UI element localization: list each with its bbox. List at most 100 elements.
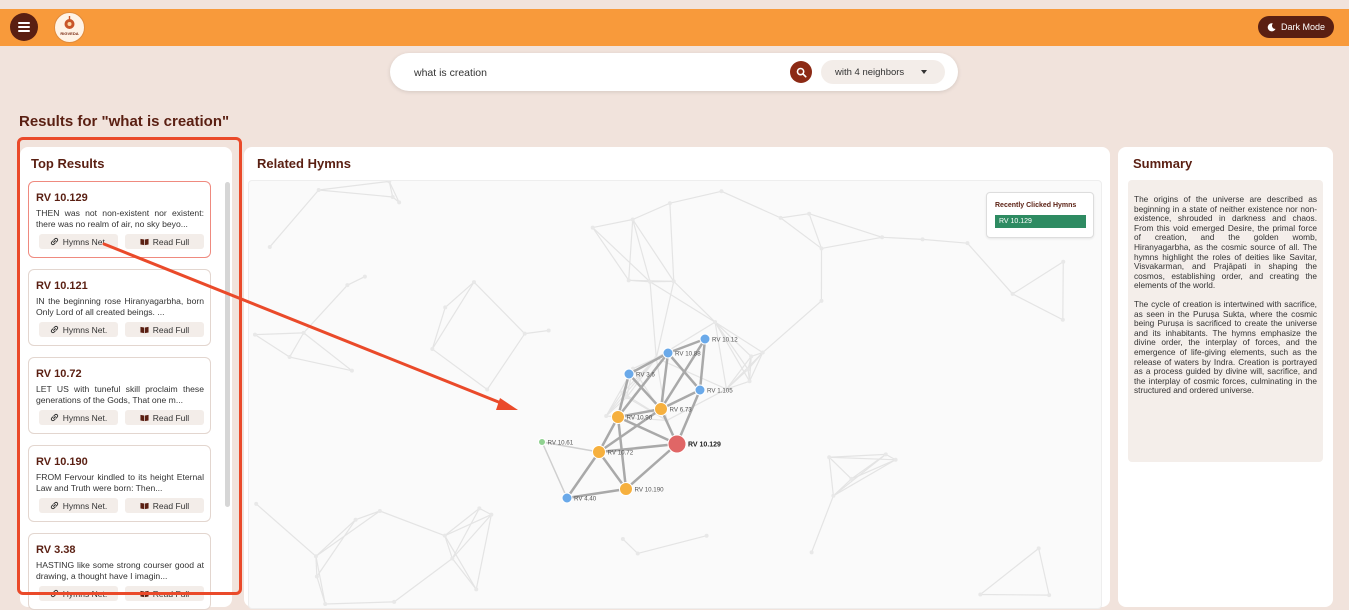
result-card-title[interactable]: RV 10.72 (36, 368, 82, 380)
read-full-label: Read Full (153, 325, 189, 335)
chevron-down-icon (921, 70, 927, 74)
result-card[interactable]: RV 3.38 HASTING like some strong courser … (28, 533, 211, 610)
hymn-network-graph[interactable]: RV 10.129 RV 10.12 RV 10.88 RV 3.6 RV 1.105 R… (248, 180, 1102, 609)
recently-clicked-item[interactable]: RV 10.129 (995, 215, 1086, 228)
dark-mode-button[interactable]: Dark Mode (1258, 16, 1334, 38)
graph-node[interactable]: RV 10.190 (620, 483, 665, 496)
menu-button[interactable] (10, 13, 38, 41)
read-full-button[interactable]: Read Full (125, 410, 204, 425)
graph-node[interactable]: RV 3.6 (624, 369, 655, 379)
graph-node-label: RV 10.90 (627, 415, 653, 422)
result-card-snippet: FROM Fervour kindled to its height Etern… (36, 472, 204, 493)
read-full-button[interactable]: Read Full (125, 322, 204, 337)
graph-node-circle[interactable] (663, 348, 673, 358)
graph-node-circle[interactable] (668, 435, 686, 453)
link-icon (50, 413, 59, 422)
graph-node-label: RV 10.61 (548, 440, 574, 447)
graph-node-circle[interactable] (620, 483, 633, 496)
hymns-net-label: Hymns Net. (63, 501, 107, 511)
graph-node-label: RV 10.12 (712, 337, 738, 344)
book-icon (140, 502, 149, 510)
graph-node[interactable]: RV 10.72 (593, 446, 634, 459)
top-bar: RIGVEDA Dark Mode (0, 9, 1349, 46)
result-card-title[interactable]: RV 10.190 (36, 456, 88, 468)
graph-node-circle[interactable] (700, 334, 710, 344)
hymns-net-label: Hymns Net. (63, 237, 107, 247)
network-graph-canvas[interactable]: RV 10.129 RV 10.12 RV 10.88 RV 3.6 RV 1.105 R… (249, 181, 1101, 608)
hymns-net-button[interactable]: Hymns Net. (39, 410, 118, 425)
graph-node[interactable]: RV 6.73 (655, 403, 693, 416)
graph-node-label: RV 4.40 (574, 496, 597, 503)
dark-mode-label: Dark Mode (1281, 22, 1325, 32)
graph-node-label: RV 10.190 (635, 487, 665, 494)
link-icon (50, 501, 59, 510)
search-button[interactable] (790, 61, 812, 83)
result-card-snippet: HASTING like some strong courser good at… (36, 560, 204, 581)
read-full-label: Read Full (153, 237, 189, 247)
hymns-net-label: Hymns Net. (63, 589, 107, 599)
result-card[interactable]: RV 10.190 FROM Fervour kindled to its hei… (28, 445, 211, 522)
recently-clicked-box: Recently Clicked Hymns RV 10.129 (986, 192, 1094, 238)
related-hymns-title: Related Hymns (257, 156, 351, 171)
graph-node-label: RV 6.73 (670, 407, 693, 414)
graph-node-label: RV 10.129 (688, 442, 721, 449)
read-full-label: Read Full (153, 501, 189, 511)
book-icon (140, 414, 149, 422)
result-card[interactable]: RV 10.72 LET US with tuneful skill procla… (28, 357, 211, 434)
graph-node[interactable]: RV 10.12 (700, 334, 738, 344)
graph-node-label: RV 10.88 (675, 351, 701, 358)
graph-node-label: RV 10.72 (608, 450, 634, 457)
recently-clicked-title: Recently Clicked Hymns (995, 202, 1076, 209)
result-card-snippet: IN the beginning rose Hiranyagarbha, bor… (36, 296, 204, 317)
hymns-net-button[interactable]: Hymns Net. (39, 586, 118, 601)
read-full-button[interactable]: Read Full (125, 234, 204, 249)
book-icon (140, 238, 149, 246)
logo-text: RIGVEDA (55, 31, 84, 36)
neighbors-select-value: with 4 neighbors (835, 67, 904, 78)
graph-node-circle[interactable] (624, 369, 634, 379)
related-hymns-panel: Related Hymns RV 10.129RV 10.12RV 10.88R… (244, 147, 1110, 607)
result-card-title[interactable]: RV 3.38 (36, 544, 76, 556)
read-full-label: Read Full (153, 413, 189, 423)
result-card[interactable]: RV 10.121 IN the beginning rose Hiranyaga… (28, 269, 211, 346)
result-card[interactable]: RV 10.129 THEN was not non-existent nor e… (28, 181, 211, 258)
summary-panel: Summary The origins of the universe are … (1118, 147, 1333, 607)
graph-edge (629, 374, 661, 409)
book-icon (140, 590, 149, 598)
graph-node-circle[interactable] (562, 493, 572, 503)
search-bar: with 4 neighbors (390, 53, 958, 91)
results-heading: Results for "what is creation" (19, 113, 229, 130)
top-results-title: Top Results (31, 156, 104, 171)
result-card-title[interactable]: RV 10.129 (36, 192, 88, 204)
graph-node-label: RV 3.6 (636, 372, 655, 379)
result-card-title[interactable]: RV 10.121 (36, 280, 88, 292)
app-logo[interactable]: RIGVEDA (54, 12, 85, 43)
graph-node[interactable]: RV 1.105 (695, 385, 733, 395)
result-card-snippet: LET US with tuneful skill proclaim these… (36, 384, 204, 405)
read-full-button[interactable]: Read Full (125, 498, 204, 513)
scrollbar[interactable] (225, 182, 230, 507)
graph-node-circle[interactable] (695, 385, 705, 395)
hamburger-icon (18, 22, 30, 24)
graph-node[interactable]: RV 10.129 (668, 435, 721, 453)
graph-node[interactable]: RV 10.88 (663, 348, 701, 358)
search-icon (796, 67, 807, 78)
hymns-net-button[interactable]: Hymns Net. (39, 322, 118, 337)
graph-node-circle[interactable] (655, 403, 668, 416)
hymns-net-button[interactable]: Hymns Net. (39, 234, 118, 249)
graph-edge (626, 444, 677, 489)
graph-edge (542, 442, 567, 498)
summary-paragraph: The cycle of creation is intertwined wit… (1134, 300, 1317, 396)
graph-node[interactable]: RV 10.61 (539, 439, 574, 447)
hymns-net-button[interactable]: Hymns Net. (39, 498, 118, 513)
result-card-snippet: THEN was not non-existent nor existent: … (36, 208, 204, 229)
neighbors-select[interactable]: with 4 neighbors (821, 60, 945, 84)
read-full-button[interactable]: Read Full (125, 586, 204, 601)
search-input[interactable] (412, 62, 766, 84)
graph-node-circle[interactable] (539, 439, 546, 446)
summary-title: Summary (1133, 156, 1192, 171)
top-results-panel: Top Results RV 10.129 THEN was not non-ex… (20, 147, 232, 607)
graph-node-circle[interactable] (612, 411, 625, 424)
graph-node-circle[interactable] (593, 446, 606, 459)
summary-text: The origins of the universe are describe… (1128, 180, 1323, 462)
